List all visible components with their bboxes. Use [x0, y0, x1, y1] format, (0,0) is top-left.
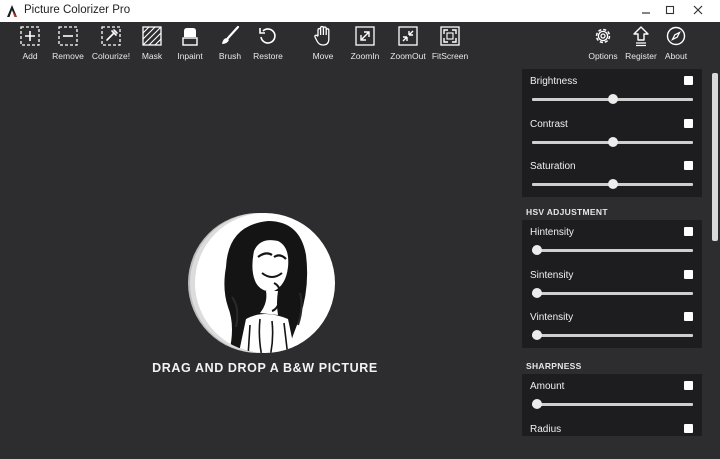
amount-row: Amount	[522, 374, 702, 416]
minimize-button[interactable]	[634, 1, 658, 19]
hand-icon	[314, 25, 330, 46]
zoom-in-icon	[355, 26, 375, 46]
restore-label: Restore	[253, 51, 283, 61]
fit-screen-icon	[440, 26, 460, 46]
sharpness-card: Amount Radius	[522, 374, 702, 436]
fit-screen-button[interactable]: FitScreen	[428, 25, 472, 61]
minimize-icon	[642, 12, 650, 14]
sharpness-section-title: SHARPNESS	[526, 361, 582, 371]
contrast-row: Contrast	[522, 112, 702, 154]
restore-button[interactable]: Restore	[246, 25, 290, 61]
brush-icon	[222, 25, 240, 44]
brightness-label: Brightness	[530, 76, 578, 87]
gear-icon	[595, 28, 611, 44]
amount-slider-track[interactable]	[532, 403, 693, 406]
compass-icon	[666, 26, 686, 46]
zoom-out-label: ZoomOut	[390, 51, 426, 61]
close-button[interactable]	[683, 1, 713, 19]
vintensity-slider-thumb[interactable]	[532, 330, 542, 340]
restore-icon	[259, 28, 276, 44]
inpaint-icon	[182, 28, 198, 46]
hintensity-slider-track[interactable]	[532, 249, 693, 252]
hintensity-row: Hintensity	[522, 220, 702, 262]
fit-screen-label: FitScreen	[431, 51, 469, 61]
sintensity-row: Sintensity	[522, 263, 702, 305]
saturation-slider-thumb[interactable]	[607, 179, 618, 189]
colourize-label: Colourize!	[91, 51, 131, 61]
brightness-slider-thumb[interactable]	[607, 94, 618, 104]
saturation-label: Saturation	[530, 161, 576, 172]
hintensity-checkbox[interactable]	[684, 227, 693, 236]
title-bar: Picture Colorizer Pro	[0, 0, 720, 23]
colourize-button[interactable]: Colourize!	[89, 25, 133, 61]
drop-zone[interactable]: DRAG AND DROP A B&W PICTURE	[0, 69, 521, 436]
remove-label: Remove	[52, 51, 84, 61]
toolbar: Add Remove Colourize! Mask Inpaint Brush…	[0, 22, 720, 69]
inpaint-button[interactable]: Inpaint	[168, 25, 212, 61]
remove-icon	[58, 26, 78, 46]
vintensity-label: Vintensity	[530, 312, 574, 323]
saturation-row: Saturation	[522, 154, 702, 196]
hsv-adjustments-card: Hintensity Sintensity Vintensity	[522, 220, 702, 348]
vintensity-checkbox[interactable]	[684, 312, 693, 321]
bw-photo-placeholder	[188, 207, 338, 357]
amount-slider-thumb[interactable]	[532, 399, 542, 409]
inpaint-label: Inpaint	[177, 51, 203, 61]
vintensity-slider-track[interactable]	[532, 334, 693, 337]
hintensity-slider-thumb[interactable]	[532, 245, 542, 255]
zoom-out-button[interactable]: ZoomOut	[386, 25, 430, 61]
close-icon	[693, 5, 703, 15]
brightness-checkbox[interactable]	[684, 76, 693, 85]
app-logo-icon	[7, 5, 17, 17]
window-title: Picture Colorizer Pro	[24, 4, 131, 16]
about-button[interactable]: About	[654, 25, 698, 61]
contrast-slider-thumb[interactable]	[607, 137, 618, 147]
basic-adjustments-card: Brightness Contrast Saturation	[522, 69, 702, 197]
zoom-in-label: ZoomIn	[350, 51, 380, 61]
contrast-label: Contrast	[530, 119, 568, 130]
amount-label: Amount	[530, 381, 565, 392]
vintensity-row: Vintensity	[522, 305, 702, 347]
move-button[interactable]: Move	[301, 25, 345, 61]
saturation-checkbox[interactable]	[684, 161, 693, 170]
mask-icon	[142, 26, 162, 46]
register-icon	[633, 26, 649, 47]
amount-checkbox[interactable]	[684, 381, 693, 390]
add-icon	[20, 26, 40, 46]
zoom-in-button[interactable]: ZoomIn	[343, 25, 387, 61]
hsv-section-title: HSV ADJUSTMENT	[526, 207, 608, 217]
maximize-button[interactable]	[658, 1, 682, 19]
hintensity-label: Hintensity	[530, 227, 574, 238]
about-label: About	[664, 51, 688, 61]
sintensity-checkbox[interactable]	[684, 270, 693, 279]
remove-button[interactable]: Remove	[46, 25, 90, 61]
sintensity-slider-track[interactable]	[532, 292, 693, 295]
sintensity-slider-thumb[interactable]	[532, 288, 542, 298]
drop-instruction: DRAG AND DROP A B&W PICTURE	[152, 361, 378, 375]
brightness-row: Brightness	[522, 69, 702, 111]
sintensity-label: Sintensity	[530, 270, 574, 281]
move-label: Move	[312, 51, 334, 61]
radius-row: Radius	[522, 417, 702, 459]
radius-checkbox[interactable]	[684, 424, 693, 433]
adjustment-panel: Brightness Contrast Saturation HSV ADJUS…	[521, 69, 711, 436]
maximize-icon	[665, 5, 675, 15]
contrast-checkbox[interactable]	[684, 119, 693, 128]
scrollbar-thumb[interactable]	[712, 73, 718, 241]
radius-label: Radius	[530, 424, 562, 435]
sample-portrait-image	[188, 213, 335, 353]
panel-scrollbar[interactable]	[711, 69, 720, 436]
zoom-out-icon	[398, 26, 418, 46]
eyedropper-icon	[101, 26, 121, 46]
